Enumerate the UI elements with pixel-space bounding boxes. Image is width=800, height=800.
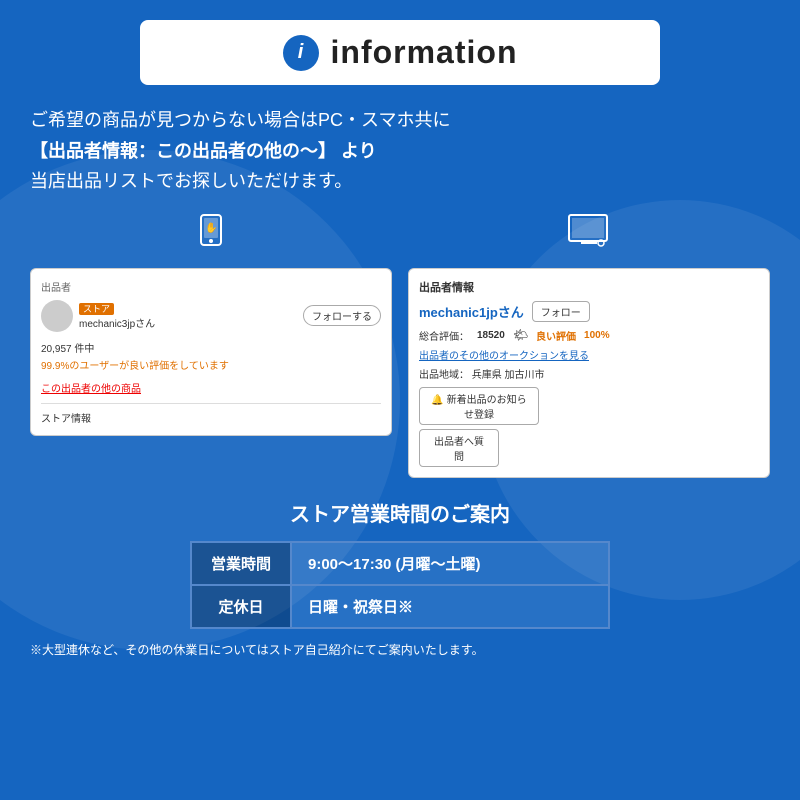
desktop-seller-info-title: 出品者情報 xyxy=(419,279,759,295)
auction-link[interactable]: 出品者のその他のオークションを見る xyxy=(419,347,759,362)
store-badge: ストア xyxy=(79,303,114,315)
review-count: 20,957 件中 xyxy=(41,340,381,355)
mobile-seller-name: mechanic3jpさん xyxy=(79,315,297,330)
notify-button[interactable]: 🔔 新着出品のお知らせ登録 xyxy=(419,387,539,425)
desktop-follow-button[interactable]: フォロー xyxy=(532,301,590,322)
intro-text: ご希望の商品が見つからない場合はPC・スマホ共に 【出品者情報：この出品者の他の… xyxy=(30,105,770,197)
desktop-screenshot: 出品者情報 mechanic1jpさん フォロー 総合評価： 18520 🌤 良… xyxy=(408,268,770,478)
seller-avatar xyxy=(41,300,73,332)
divider xyxy=(41,403,381,404)
review-percent: 99.9%のユーザーが良い評価をしています xyxy=(41,357,381,372)
mobile-seller-label: 出品者 xyxy=(41,279,381,294)
info-icon: i xyxy=(283,35,319,71)
hours-value-2: 日曜・祝祭日※ xyxy=(291,585,609,628)
mobile-seller-row: ストア mechanic3jpさん フォローする xyxy=(41,300,381,332)
desktop-icon xyxy=(567,213,611,258)
good-percent: 100% xyxy=(584,330,610,341)
mobile-screenshot: 出品者 ストア mechanic3jpさん フォローする 20,957 件中 9… xyxy=(30,268,392,436)
hours-row-1: 営業時間 9:00〜17:30 (月曜〜土曜) xyxy=(191,542,609,585)
store-hours-section: ストア営業時間のご案内 営業時間 9:00〜17:30 (月曜〜土曜) 定休日 … xyxy=(30,498,770,658)
page-container: i information ご希望の商品が見つからない場合はPC・スマホ共に 【… xyxy=(0,0,800,678)
desktop-wrapper: 出品者情報 mechanic1jpさん フォロー 総合評価： 18520 🌤 良… xyxy=(408,213,770,478)
store-hours-note: ※大型連休など、その他の休業日についてはストア自己紹介にてご案内いたします。 xyxy=(30,641,770,658)
location-text: 出品地域： 兵庫県 加古川市 xyxy=(419,366,759,381)
mobile-icon: ✋ xyxy=(193,213,229,258)
question-button[interactable]: 出品者へ質問 xyxy=(419,429,499,467)
hours-row-2: 定休日 日曜・祝祭日※ xyxy=(191,585,609,628)
mobile-wrapper: ✋ 出品者 ストア mechanic3jpさん フォローする 20,957 件中… xyxy=(30,213,392,436)
store-info-label: ストア情報 xyxy=(41,410,381,425)
intro-line3: 当店出品リストでお探しいただけます。 xyxy=(30,166,770,197)
mobile-follow-button[interactable]: フォローする xyxy=(303,305,381,326)
desktop-seller-name-row: mechanic1jpさん フォロー xyxy=(419,301,759,322)
rating-row: 総合評価： 18520 🌤 良い評価 100% xyxy=(419,328,759,343)
store-hours-title: ストア営業時間のご案内 xyxy=(30,498,770,527)
rating-label: 総合評価： xyxy=(419,328,469,343)
hours-table: 営業時間 9:00〜17:30 (月曜〜土曜) 定休日 日曜・祝祭日※ xyxy=(190,541,610,629)
intro-line1: ご希望の商品が見つからない場合はPC・スマホ共に xyxy=(30,105,770,136)
seller-name-col: ストア mechanic3jpさん xyxy=(79,302,297,330)
intro-line2: 【出品者情報：この出品者の他の〜】 より xyxy=(30,136,770,167)
screenshots-row: ✋ 出品者 ストア mechanic3jpさん フォローする 20,957 件中… xyxy=(30,213,770,478)
page-title: information xyxy=(331,34,518,71)
hours-label-1: 営業時間 xyxy=(191,542,291,585)
svg-text:✋: ✋ xyxy=(205,221,217,234)
good-label: 良い評価 xyxy=(536,328,576,343)
other-items-link[interactable]: この出品者の他の商品 xyxy=(41,380,381,395)
hours-value-1: 9:00〜17:30 (月曜〜土曜) xyxy=(291,542,609,585)
desktop-seller-name: mechanic1jpさん xyxy=(419,302,524,321)
header-box: i information xyxy=(140,20,660,85)
hours-label-2: 定休日 xyxy=(191,585,291,628)
rating-number: 18520 xyxy=(477,330,505,341)
